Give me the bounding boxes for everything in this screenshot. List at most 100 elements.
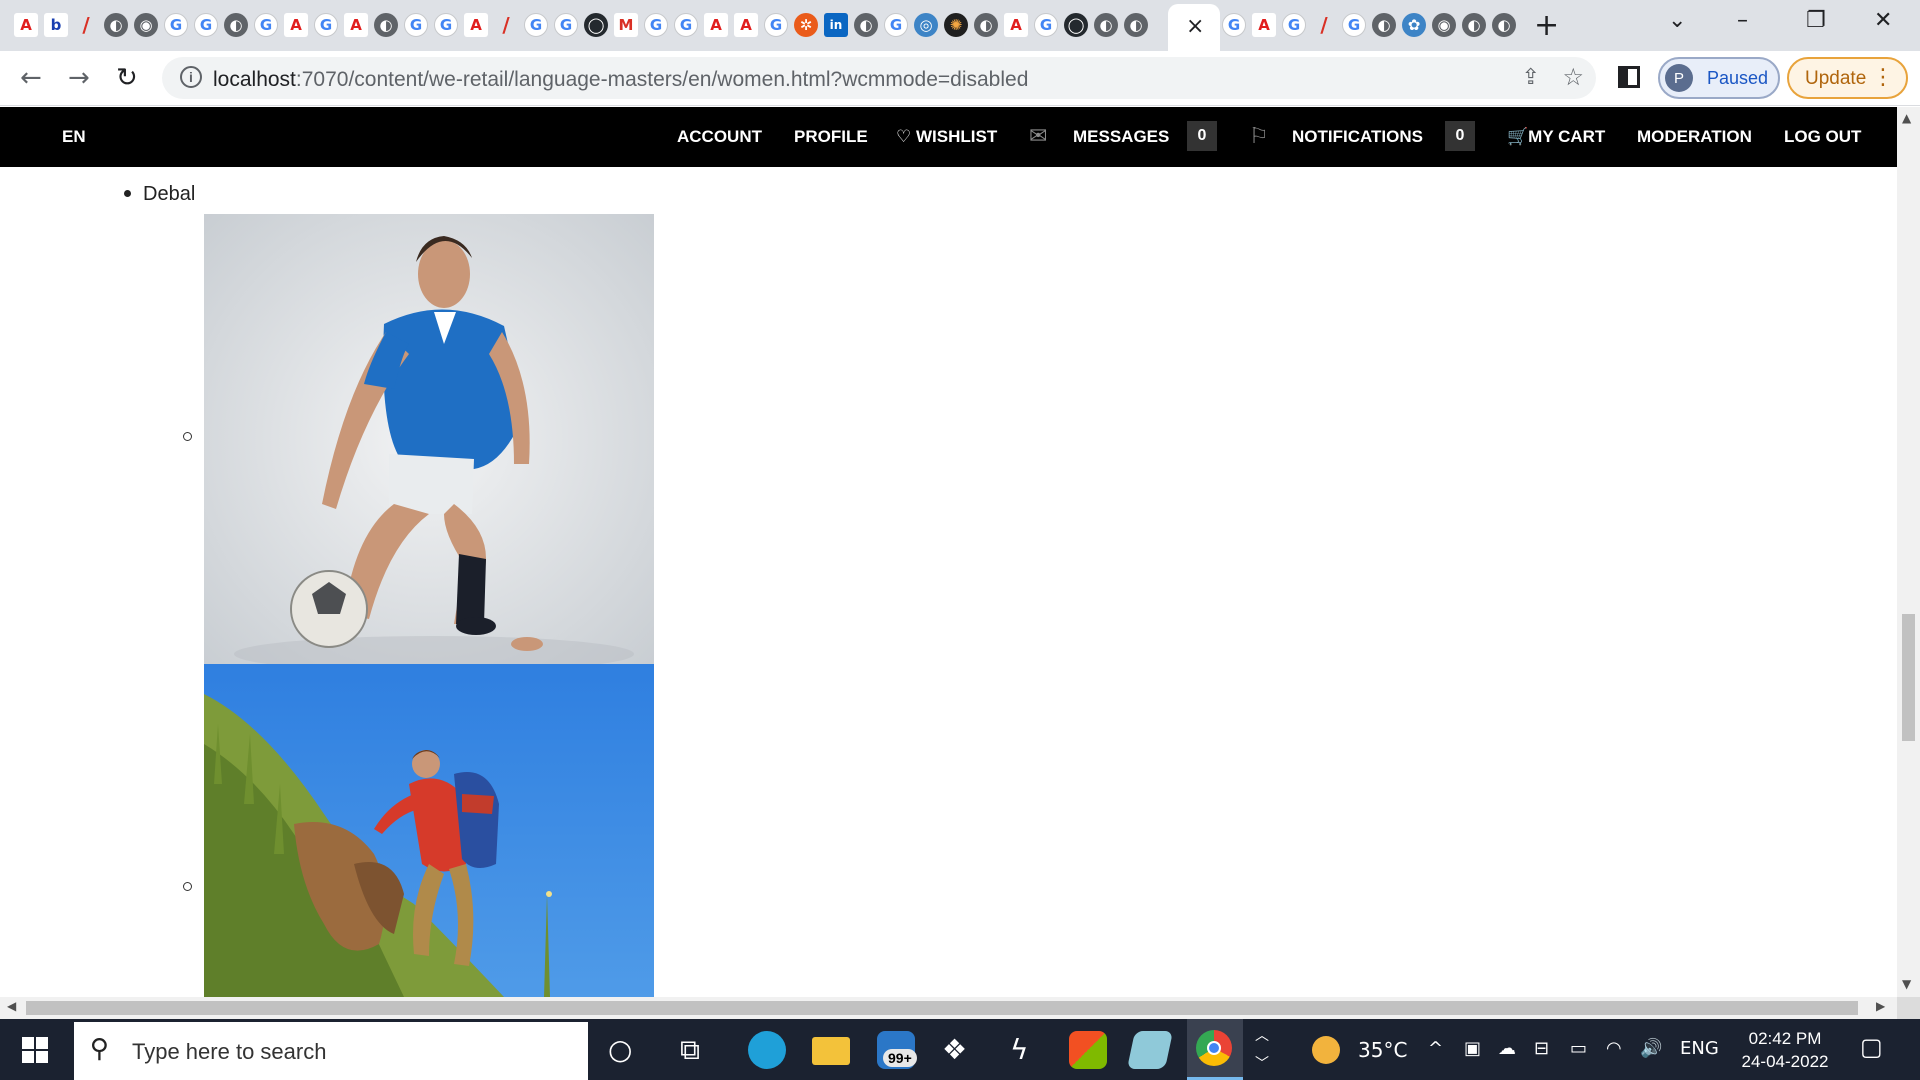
horizontal-scroll-thumb[interactable]	[26, 1001, 1858, 1015]
scroll-up-arrow-icon[interactable]: ▲	[1902, 111, 1911, 125]
slash-tab-icon[interactable]: /	[1312, 13, 1336, 37]
globe-tab-icon[interactable]: ◐	[974, 13, 998, 37]
edge-icon[interactable]	[748, 1031, 786, 1069]
app-lightning-icon[interactable]: ϟ	[1010, 1033, 1028, 1066]
volume-icon[interactable]: 🔊	[1640, 1038, 1662, 1059]
globe-tab-icon[interactable]: ◐	[224, 13, 248, 37]
site-info-icon[interactable]: i	[180, 66, 202, 88]
globe-tab-icon[interactable]: ◐	[1372, 13, 1396, 37]
nav-notifications[interactable]: NOTIFICATIONS	[1292, 127, 1423, 147]
web-tab-icon[interactable]: ✿	[1402, 13, 1426, 37]
google-tab-icon[interactable]: G	[524, 13, 548, 37]
google-tab-icon[interactable]: G	[884, 13, 908, 37]
adobe-tab-icon[interactable]: A	[284, 13, 308, 37]
taskbar-search-box[interactable]: ⚲ Type here to search	[74, 1022, 588, 1080]
nav-messages[interactable]: MESSAGES	[1073, 127, 1169, 147]
notification-center-icon[interactable]: ▢	[1860, 1033, 1883, 1061]
side-panel-icon[interactable]	[1618, 66, 1640, 88]
web-tab-icon[interactable]: ◎	[914, 13, 938, 37]
google-tab-icon[interactable]: G	[194, 13, 218, 37]
google-tab-icon[interactable]: G	[1222, 13, 1246, 37]
input-language[interactable]: ENG	[1680, 1038, 1719, 1059]
meet-icon[interactable]: ▣	[1464, 1038, 1481, 1059]
update-button[interactable]: Update ⋮	[1787, 57, 1908, 99]
weather-icon[interactable]	[1312, 1036, 1340, 1064]
scroll-down-arrow-icon[interactable]: ▼	[1902, 977, 1911, 991]
taskbar-clock[interactable]: 02:42 PM 24-04-2022	[1720, 1027, 1850, 1073]
adobe-tab-icon[interactable]: A	[704, 13, 728, 37]
google-tab-icon[interactable]: G	[404, 13, 428, 37]
google-tab-icon[interactable]: G	[644, 13, 668, 37]
app-tab-icon[interactable]: ✺	[944, 13, 968, 37]
cortana-icon[interactable]: ○	[608, 1033, 632, 1066]
dropbox-icon[interactable]: ❖	[942, 1033, 967, 1066]
close-window-icon[interactable]: ✕	[1874, 8, 1892, 33]
github-cat-tab-icon[interactable]: ◉	[1432, 13, 1456, 37]
globe-tab-icon[interactable]: ◐	[1492, 13, 1516, 37]
profile-button[interactable]: P Paused	[1658, 57, 1780, 99]
globe-tab-icon[interactable]: ◐	[1124, 13, 1148, 37]
weather-temperature[interactable]: 35°C	[1358, 1038, 1407, 1062]
nav-profile[interactable]: PROFILE	[794, 127, 868, 147]
nav-log-out[interactable]: LOG OUT	[1784, 127, 1861, 147]
github-tab-icon[interactable]: ◯	[584, 13, 608, 37]
adobe-tab-icon[interactable]: A	[14, 13, 38, 37]
globe-tab-icon[interactable]: ◐	[104, 13, 128, 37]
onedrive-cloud-icon[interactable]: ☁	[1498, 1038, 1516, 1059]
adobe-tab-icon[interactable]: A	[734, 13, 758, 37]
network-app-icon[interactable]: ⊟	[1534, 1038, 1549, 1059]
windows-start-icon[interactable]	[22, 1037, 48, 1063]
address-bar[interactable]: i localhost:7070/content/we-retail/langu…	[162, 57, 1596, 99]
active-tab[interactable]: ×	[1168, 4, 1220, 51]
google-tab-icon[interactable]: G	[1034, 13, 1058, 37]
close-tab-icon[interactable]: ×	[1186, 14, 1204, 39]
google-tab-icon[interactable]: G	[434, 13, 458, 37]
google-tab-icon[interactable]: G	[1342, 13, 1366, 37]
tray-overflow-up-icon[interactable]: ︿	[1255, 1025, 1269, 1045]
linkedin-tab-icon[interactable]: in	[824, 13, 848, 37]
vertical-scrollbar[interactable]: ▲ ▼	[1897, 107, 1920, 997]
chrome-taskbar-button[interactable]	[1187, 1019, 1243, 1080]
google-tab-icon[interactable]: G	[254, 13, 278, 37]
scroll-right-arrow-icon[interactable]: ▶	[1876, 999, 1885, 1013]
adobe-tab-icon[interactable]: A	[344, 13, 368, 37]
google-tab-icon[interactable]: G	[314, 13, 338, 37]
google-tab-icon[interactable]: G	[554, 13, 578, 37]
task-view-icon[interactable]: ⧉	[680, 1033, 700, 1067]
battery-icon[interactable]: ▭	[1570, 1038, 1587, 1059]
settings-tab-icon[interactable]: ✲	[794, 13, 818, 37]
new-tab-button[interactable]: +	[1534, 8, 1559, 43]
google-tab-icon[interactable]: G	[1282, 13, 1306, 37]
gmail-tab-icon[interactable]: M	[614, 13, 638, 37]
horizontal-scrollbar[interactable]: ◀ ▶	[0, 997, 1897, 1019]
chevron-up-icon[interactable]: ^	[1428, 1038, 1443, 1059]
restore-icon[interactable]: ❐	[1806, 8, 1826, 33]
tab-search-chevron-icon[interactable]: ⌄	[1668, 8, 1686, 33]
file-explorer-icon[interactable]	[812, 1037, 850, 1065]
forward-arrow-icon[interactable]: →	[68, 63, 90, 93]
bing-tab-icon[interactable]: b	[44, 13, 68, 37]
share-icon[interactable]: ⇪	[1522, 65, 1540, 90]
adobe-tab-icon[interactable]: A	[464, 13, 488, 37]
vertical-scroll-thumb[interactable]	[1902, 614, 1915, 741]
github-tab-icon[interactable]: ◯	[1064, 13, 1088, 37]
google-tab-icon[interactable]: G	[164, 13, 188, 37]
microsoft-store-icon[interactable]	[1069, 1031, 1107, 1069]
wifi-icon[interactable]: ◠	[1606, 1038, 1622, 1059]
nav-my-cart[interactable]: 🛒MY CART	[1507, 127, 1605, 147]
github-cat-tab-icon[interactable]: ◉	[134, 13, 158, 37]
notes-app-icon[interactable]	[1126, 1031, 1174, 1069]
globe-tab-icon[interactable]: ◐	[374, 13, 398, 37]
bookmark-star-icon[interactable]: ☆	[1562, 63, 1584, 91]
tray-overflow-down-icon[interactable]: ﹀	[1255, 1053, 1269, 1073]
reload-icon[interactable]: ↻	[116, 63, 138, 93]
address-url[interactable]: localhost:7070/content/we-retail/languag…	[213, 68, 1028, 92]
adobe-tab-icon[interactable]: A	[1252, 13, 1276, 37]
scroll-left-arrow-icon[interactable]: ◀	[7, 999, 16, 1013]
minimize-icon[interactable]: –	[1737, 8, 1748, 33]
menu-dots-icon[interactable]: ⋮	[1872, 65, 1894, 90]
language-switch[interactable]: EN	[62, 127, 86, 147]
globe-tab-icon[interactable]: ◐	[854, 13, 878, 37]
slash-tab-icon[interactable]: /	[494, 13, 518, 37]
google-tab-icon[interactable]: G	[674, 13, 698, 37]
